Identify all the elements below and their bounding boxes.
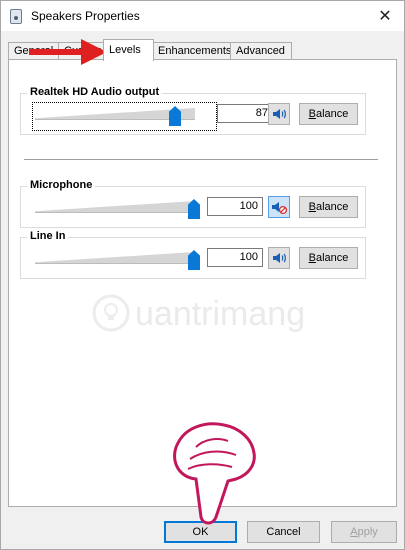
window-title: Speakers Properties [31, 9, 140, 23]
volume-value[interactable]: 87 [217, 104, 273, 123]
group-line-in: Line In 100 Balance [20, 230, 366, 279]
lightbulb-icon [92, 294, 130, 332]
speaker-icon [273, 253, 286, 263]
title-bar: Speakers Properties ✕ [1, 1, 404, 31]
tab-levels[interactable]: Levels [103, 39, 154, 61]
speaker-icon [273, 109, 286, 119]
separator [24, 159, 378, 160]
volume-value[interactable]: 100 [207, 248, 263, 267]
watermark-text: uantrimang [135, 295, 306, 333]
close-button[interactable]: ✕ [374, 5, 396, 27]
dialog-window: Speakers Properties ✕ General Custom Lev… [0, 0, 405, 550]
volume-slider[interactable] [35, 201, 195, 213]
group-realtek-output: Realtek HD Audio output 87 Balance [20, 86, 366, 135]
mute-toggle-button[interactable] [268, 247, 290, 269]
balance-button[interactable]: Balance [299, 103, 358, 125]
volume-value[interactable]: 100 [207, 197, 263, 216]
volume-slider[interactable] [35, 252, 195, 264]
pointing-hand-icon [173, 422, 256, 525]
group-microphone: Microphone 100 Balance [20, 179, 366, 228]
balance-button[interactable]: Balance [299, 196, 358, 218]
watermark: uantrimang [91, 291, 311, 341]
group-label: Line In [27, 230, 69, 242]
apply-button[interactable]: Apply [331, 521, 397, 543]
balance-button[interactable]: Balance [299, 247, 358, 269]
speaker-device-icon [10, 9, 22, 24]
group-label: Microphone [27, 179, 96, 191]
speaker-muted-icon [272, 202, 287, 215]
red-arrow-icon [29, 39, 107, 65]
group-label: Realtek HD Audio output [27, 86, 163, 98]
mute-toggle-button[interactable] [268, 103, 290, 125]
mute-toggle-button[interactable] [268, 196, 290, 218]
